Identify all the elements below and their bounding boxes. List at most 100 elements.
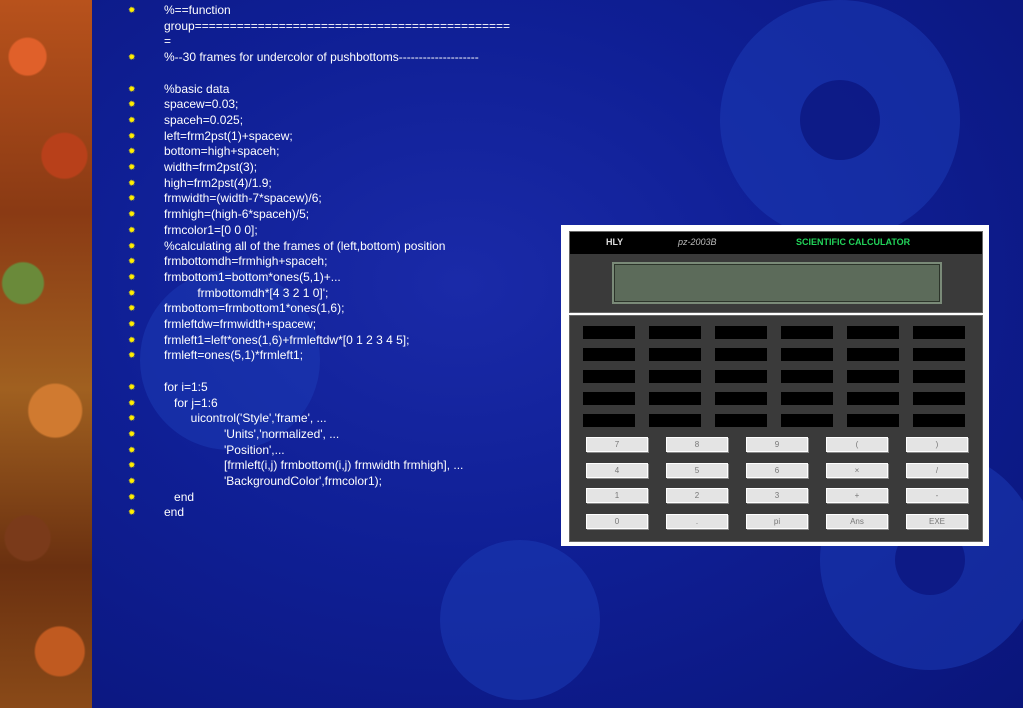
code-line: ✹ %basic data — [128, 82, 548, 98]
calculator-frame — [583, 392, 635, 405]
code-line: ✹ frmwidth=(width-7*spacew)/6; — [128, 191, 548, 207]
calculator-title: SCIENTIFIC CALCULATOR — [796, 237, 911, 247]
calculator-frame — [847, 392, 899, 405]
sun-bullet-icon: ✹ — [128, 460, 136, 471]
code-line: ✹ end — [128, 490, 548, 506]
calculator-header: HLY pz-2003B SCIENTIFIC CALCULATOR — [570, 232, 982, 254]
calculator-key: 5 — [666, 462, 728, 478]
calculator-frame — [715, 370, 767, 383]
code-line-text: width=frm2pst(3); — [164, 160, 258, 175]
code-bullet-list: ✹ %==function group======================… — [128, 3, 548, 521]
calculator-key: EXE — [906, 513, 968, 529]
calculator-frame — [715, 414, 767, 427]
calculator-frame — [649, 326, 701, 339]
calculator-model: pz-2003B — [678, 237, 717, 247]
code-line-text: spaceh=0.025; — [164, 112, 244, 127]
calculator-frame — [913, 414, 965, 427]
calculator-frame — [715, 392, 767, 405]
calculator-key: . — [666, 513, 728, 529]
code-line-text: frmcolor1=[0 0 0]; — [164, 222, 258, 237]
code-line: ✹ spacew=0.03; — [128, 97, 548, 113]
code-line-text: %basic data — [164, 81, 230, 96]
code-line-text: uicontrol('Style','frame', ... — [164, 411, 327, 426]
calculator-key: 2 — [666, 488, 728, 503]
calculator-key: 6 — [746, 462, 808, 478]
sun-bullet-icon: ✹ — [128, 444, 136, 455]
code-line-text: %--30 frames for undercolor of pushbotto… — [164, 50, 479, 65]
calculator-key: 7 — [586, 437, 648, 452]
calculator-frame — [649, 414, 701, 427]
calculator-keypad: 7 8 9 () 4 5 6 × / 1 2 3 + - 0. pi Ans EXE — [569, 315, 983, 542]
calculator-frame — [649, 348, 701, 361]
calculator-key: 0 — [586, 513, 648, 529]
sun-bullet-icon: ✹ — [128, 491, 136, 502]
calculator-key: 3 — [746, 488, 808, 503]
sun-bullet-icon: ✹ — [128, 476, 136, 487]
sun-bullet-icon: ✹ — [128, 5, 136, 15]
calculator-frame — [913, 348, 965, 361]
calculator-frame — [649, 370, 701, 383]
calculator-frame — [649, 392, 701, 405]
calculator-frame — [913, 326, 965, 339]
sun-bullet-icon: ✹ — [128, 193, 136, 204]
code-line-text: bottom=high+spaceh; — [164, 144, 280, 159]
calculator-top-panel: HLY pz-2003B SCIENTIFIC CALCULATOR — [569, 231, 983, 313]
code-line: ✹ frmcolor1=[0 0 0]; — [128, 223, 548, 239]
sun-bullet-icon: ✹ — [128, 162, 136, 173]
code-line-text: end — [164, 489, 195, 504]
calculator-frame — [913, 392, 965, 405]
calculator-frame — [715, 326, 767, 339]
sun-bullet-icon: ✹ — [128, 507, 136, 518]
code-line: ✹ frmleft1=left*ones(1,6)+frmleftdw*[0 1 … — [128, 333, 548, 349]
sun-bullet-icon: ✹ — [128, 83, 136, 94]
calculator-key: ) — [906, 437, 968, 452]
calculator-frame — [781, 326, 833, 339]
code-line: ✹ [frmleft(i,j) frmbottom(i,j) frmwidth … — [128, 458, 548, 474]
sun-bullet-icon: ✹ — [128, 256, 136, 267]
calculator-frame — [847, 348, 899, 361]
code-line: ✹ 'BackgroundColor',frmcolor1); — [128, 474, 548, 490]
sun-bullet-icon: ✹ — [128, 224, 136, 235]
code-line-text: spacew=0.03; — [164, 97, 239, 112]
calculator-key: 9 — [746, 437, 808, 452]
code-line-text: 'Units','normalized', ... — [164, 426, 340, 441]
code-line: ✹ frmhigh=(high-6*spaceh)/5; — [128, 207, 548, 223]
code-line: ✹ bottom=high+spaceh; — [128, 144, 548, 160]
code-line: ✹ 'Position',... — [128, 443, 548, 459]
sun-bullet-icon: ✹ — [128, 287, 136, 298]
sun-bullet-icon: ✹ — [128, 303, 136, 314]
sun-bullet-icon: ✹ — [128, 52, 136, 63]
calculator-brand: HLY — [606, 237, 624, 247]
code-line: ✹ width=frm2pst(3); — [128, 160, 548, 176]
code-line: ✹ frmleftdw=frmwidth+spacew; — [128, 317, 548, 333]
code-line-text: frmleft=ones(5,1)*frmleft1; — [164, 348, 304, 363]
code-line-text: end — [164, 505, 185, 520]
sun-bullet-icon: ✹ — [128, 319, 136, 330]
calculator-frame — [583, 370, 635, 383]
calculator-screenshot: HLY pz-2003B SCIENTIFIC CALCULATOR 7 8 9 ()… — [561, 225, 989, 546]
calculator-key: / — [906, 462, 968, 478]
sun-bullet-icon: ✹ — [128, 99, 136, 110]
calculator-frame — [847, 326, 899, 339]
code-line-text: for i=1:5 — [164, 379, 208, 394]
code-line-text: for j=1:6 — [164, 395, 218, 410]
calculator-key: pi — [746, 513, 808, 529]
code-line-text: [frmleft(i,j) frmbottom(i,j) frmwidth fr… — [164, 458, 464, 473]
code-line-text: %==function group=======================… — [164, 3, 511, 33]
code-line-text: 'Position',... — [164, 442, 285, 457]
calculator-key: 8 — [666, 437, 728, 452]
calculator-frame — [781, 414, 833, 427]
calculator-frame — [847, 370, 899, 383]
calculator-frame — [583, 326, 635, 339]
sun-bullet-icon: ✹ — [128, 271, 136, 282]
sun-bullet-icon: ✹ — [128, 413, 136, 424]
code-line: ✹ for j=1:6 — [128, 396, 548, 412]
code-line: ✹ frmbottomdh*[4 3 2 1 0]'; — [128, 286, 548, 302]
calculator-frame — [781, 392, 833, 405]
sun-bullet-icon: ✹ — [128, 177, 136, 188]
sun-bullet-icon: ✹ — [128, 146, 136, 157]
calculator-key: + — [826, 488, 888, 503]
sun-bullet-icon: ✹ — [128, 130, 136, 141]
